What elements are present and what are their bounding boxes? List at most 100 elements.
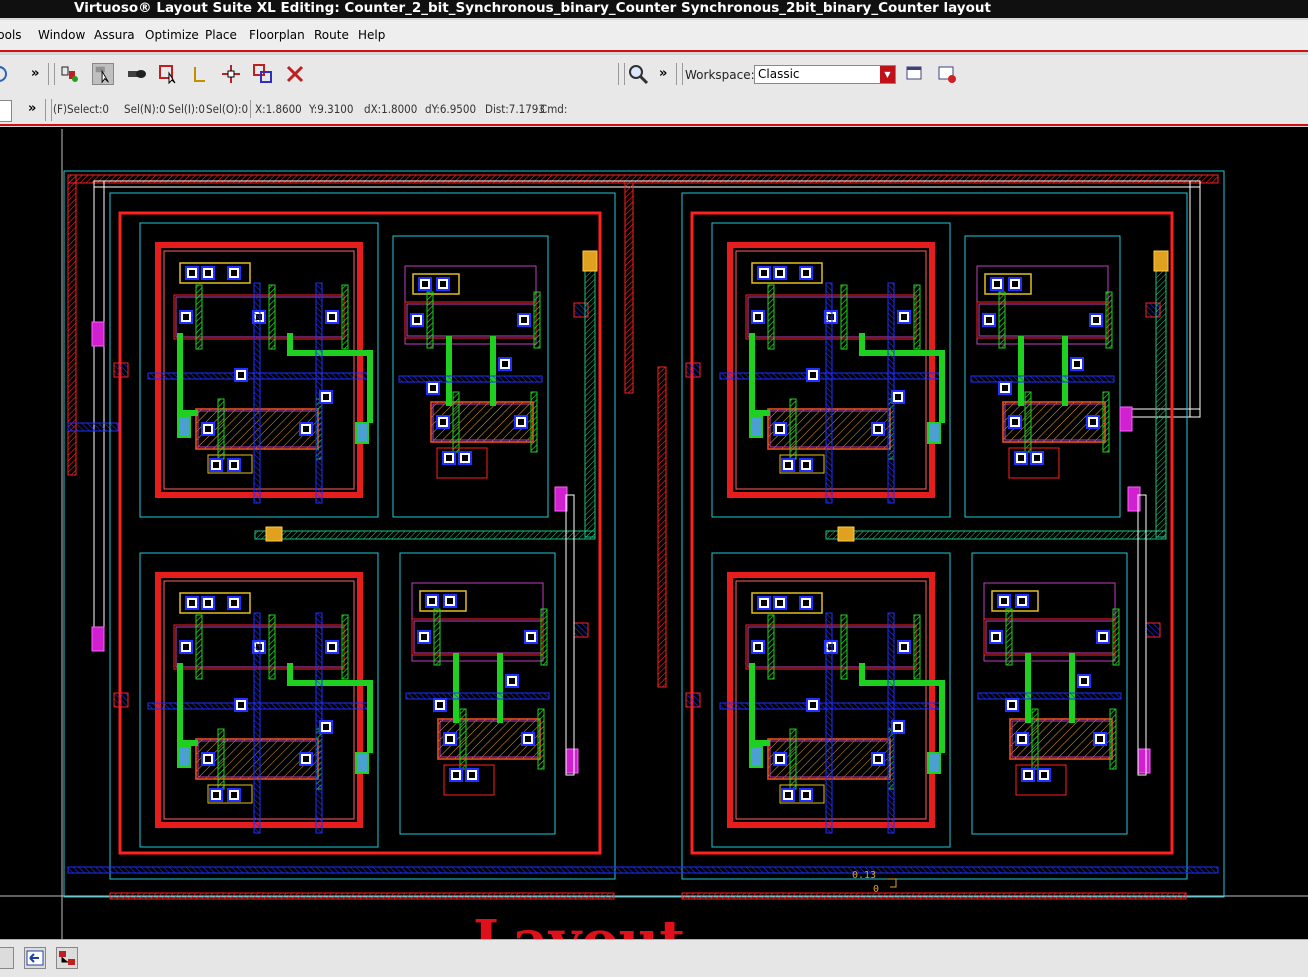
poly-gate [1102,391,1110,453]
via-stack [1145,622,1161,638]
layout-drawing[interactable]: 0.13 0 [0,127,1308,939]
poly-gate [452,391,460,453]
contact-core [1100,634,1106,640]
contact-core [205,600,211,606]
contact-core [430,385,436,391]
contact-core [231,600,237,606]
contact-core [323,394,329,400]
contact-core [1041,772,1047,778]
poly-gate [998,291,1006,349]
contact-core [1081,678,1087,684]
contact-core [761,600,767,606]
delete-icon[interactable] [284,63,306,85]
poly-gate [1109,708,1117,770]
implant-outline [985,620,1114,654]
menu-help[interactable]: Help [358,28,385,42]
chevron-down-icon[interactable]: ▼ [880,66,895,83]
command-input[interactable] [0,100,12,122]
contact-core [1090,419,1096,425]
back-icon[interactable] [24,947,46,969]
poly-gate [1031,708,1039,770]
menu-place[interactable]: Place [205,28,237,42]
menu-window[interactable]: Window [38,28,85,42]
via-stack [113,692,129,708]
ruler-icon[interactable] [189,63,211,85]
contact-core [414,317,420,323]
toolbar-overflow-chevron-2[interactable]: » [659,66,667,81]
layout-canvas[interactable]: 0.13 0 [0,127,1308,939]
copy-icon[interactable] [252,63,274,85]
toolbar-grip[interactable] [48,63,55,85]
status-sel-o: Sel(O):0 [206,102,249,116]
poly-gate [767,614,775,680]
body-contact [927,752,941,774]
toolbar-grip-2[interactable] [618,63,625,85]
contact-core [993,634,999,640]
contact-core [1019,736,1025,742]
contact-core [329,644,335,650]
contact-core [205,426,211,432]
via-stack [685,692,701,708]
toolbar-overflow-chevron[interactable]: » [31,66,39,81]
contact-core [803,792,809,798]
contact-core [323,724,329,730]
poly-gate [341,614,349,680]
poly-gate [537,708,545,770]
contact-core [755,314,761,320]
workspace-delete-icon[interactable] [936,63,958,85]
metal1-vertical [825,612,833,834]
contact-core [895,724,901,730]
metal1-rail [405,692,550,700]
metal2-bus [681,892,1187,900]
toolbar-grip-3[interactable] [676,63,683,85]
status-grip[interactable] [45,99,52,121]
contact-core [440,419,446,425]
contact-core [502,361,508,367]
metal1-rail [970,375,1115,383]
menu-tools[interactable]: Tools [0,28,22,42]
contact-core [1019,598,1025,604]
contact-core [189,270,195,276]
menu-floorplan[interactable]: Floorplan [249,28,305,42]
body-contact [749,416,763,438]
ruler-zero: 0 [873,884,879,895]
contact-core [303,756,309,762]
menu-route[interactable]: Route [314,28,349,42]
poly-gate [459,708,467,770]
contact-core [755,644,761,650]
workspace-label: Workspace: [685,68,755,82]
contact-core [1001,598,1007,604]
move-icon[interactable] [220,63,242,85]
workspace-save-icon[interactable] [904,63,926,85]
contact-core [785,792,791,798]
contact-core [231,462,237,468]
contact-core [303,426,309,432]
poly-gate [217,728,225,790]
create-pin-icon[interactable] [126,63,148,85]
zoom-icon[interactable] [627,63,649,85]
poly-gate [767,284,775,350]
contact-core [777,270,783,276]
contact-core [521,317,527,323]
contact-core [777,756,783,762]
create-instance-icon[interactable] [59,63,81,85]
hierarchy-icon[interactable] [56,947,78,969]
poly-gate [840,284,848,350]
stretch-icon[interactable] [157,63,179,85]
menu-assura[interactable]: Assura [94,28,135,42]
via-stack [573,622,589,638]
workspace-select[interactable]: Classic ▼ [754,65,896,84]
contact-core [810,702,816,708]
poly-gate [1105,291,1113,349]
contact-core [901,314,907,320]
body-contact [749,746,763,768]
prev-view-icon[interactable] [0,947,14,969]
body-contact [355,422,369,444]
contact-core [777,426,783,432]
contact-core [1012,281,1018,287]
status-overflow-chevron[interactable]: » [28,101,36,116]
menu-optimize[interactable]: Optimize [145,28,199,42]
main-toolbar: » » Workspace: Classic ▼ [0,55,1308,97]
refresh-icon[interactable] [0,65,8,83]
select-pointer-icon[interactable] [92,63,114,85]
